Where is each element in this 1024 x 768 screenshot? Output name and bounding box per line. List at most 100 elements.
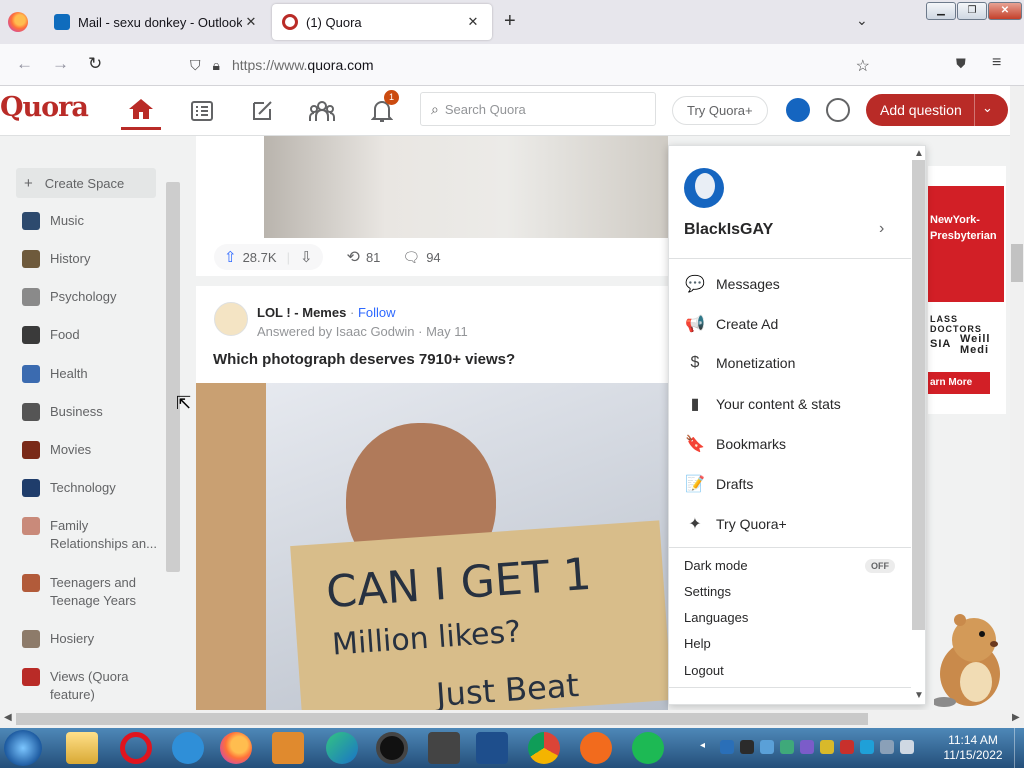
close-window-button[interactable]: ✕	[988, 2, 1022, 20]
tray-icon[interactable]	[860, 740, 874, 754]
taskbar-clock[interactable]: 11:14 AM 11/15/2022	[938, 733, 1008, 763]
menu-item-create-ad[interactable]: 📢 Create Ad	[684, 314, 778, 334]
create-space-button[interactable]: + Create Space	[16, 168, 156, 198]
tray-icon[interactable]	[820, 740, 834, 754]
media-player-icon[interactable]	[272, 732, 304, 764]
start-button[interactable]	[4, 730, 42, 766]
chevron-right-icon[interactable]: ›	[879, 220, 884, 238]
menu-item-drafts[interactable]: 📝 Drafts	[684, 474, 753, 494]
spotify-icon[interactable]	[632, 732, 664, 764]
reload-icon[interactable]: ↻	[88, 54, 102, 74]
post-image[interactable]	[264, 136, 668, 238]
back-icon[interactable]: ←	[16, 54, 33, 74]
close-tab-icon[interactable]: ✕	[242, 14, 260, 30]
sidebar-item-food[interactable]: Food	[22, 326, 162, 344]
scrollbar-thumb[interactable]	[1011, 244, 1023, 282]
try-quora-plus-button[interactable]: Try Quora+	[672, 96, 768, 125]
sidebar-item-family-relationships[interactable]: Family Relationships an...	[22, 517, 162, 553]
share-icon[interactable]: ⟲	[347, 247, 360, 267]
sidebar-item-views[interactable]: Views (Quora feature)	[22, 668, 162, 704]
menu-item-help[interactable]: Help	[684, 636, 711, 651]
tray-icon[interactable]	[840, 740, 854, 754]
opera-icon[interactable]	[120, 732, 152, 764]
sidebar-item-history[interactable]: History	[22, 250, 162, 268]
tab-outlook[interactable]: Mail - sexu donkey - Outlook ✕	[44, 4, 270, 40]
sidebar-item-hosiery[interactable]: Hosiery	[22, 630, 162, 648]
space-name[interactable]: LOL ! - Memes	[257, 305, 346, 320]
close-tab-icon[interactable]: ✕	[464, 14, 482, 30]
profile-avatar-large[interactable]	[684, 168, 724, 208]
internet-explorer-icon[interactable]	[172, 732, 204, 764]
space-avatar[interactable]	[214, 302, 248, 336]
ad-learn-more-button[interactable]: arn More	[928, 372, 990, 394]
post-byline[interactable]: Answered by Isaac Godwin · May 11	[257, 324, 468, 339]
following-nav[interactable]	[182, 96, 222, 126]
menu-item-try-quora-plus[interactable]: ✦ Try Quora+	[684, 514, 786, 534]
menu-item-settings[interactable]: Settings	[684, 584, 731, 599]
maximize-button[interactable]: ❐	[957, 2, 987, 20]
pocket-icon[interactable]: ⛊	[956, 56, 966, 72]
avast-icon[interactable]	[580, 732, 612, 764]
menu-item-logout[interactable]: Logout	[684, 663, 724, 678]
list-all-tabs-icon[interactable]: ⌄	[856, 12, 868, 29]
scroll-down-arrow-icon[interactable]: ▼	[914, 690, 924, 701]
record-icon[interactable]	[376, 732, 408, 764]
lock-icon[interactable]: 🔒︎	[213, 57, 220, 74]
add-question-button[interactable]: Add question ⌄	[866, 94, 1008, 126]
minimize-button[interactable]: ▁	[926, 2, 956, 20]
tab-quora[interactable]: (1) Quora ✕	[272, 4, 492, 40]
edge-icon[interactable]	[326, 732, 358, 764]
file-explorer-icon[interactable]	[66, 732, 98, 764]
dropdown-scrollbar[interactable]	[912, 160, 925, 630]
sidebar-item-movies[interactable]: Movies	[22, 441, 162, 459]
tray-icon[interactable]	[760, 740, 774, 754]
menu-item-monetization[interactable]: $ Monetization	[684, 354, 796, 372]
comment-icon[interactable]: 🗨︎	[402, 249, 420, 266]
tray-icon[interactable]	[880, 740, 894, 754]
page-horizontal-scrollbar[interactable]: ◀ ▶	[0, 710, 1024, 728]
sidebar-item-music[interactable]: Music	[22, 212, 162, 230]
profile-avatar[interactable]	[786, 98, 810, 122]
firefox-icon[interactable]	[8, 12, 28, 32]
forward-icon[interactable]: →	[52, 54, 69, 74]
new-tab-button[interactable]: +	[504, 10, 516, 33]
notifications-nav[interactable]: 1	[362, 90, 402, 126]
scroll-left-arrow-icon[interactable]: ◀	[4, 712, 12, 723]
sidebar-item-psychology[interactable]: Psychology	[22, 288, 162, 306]
tray-arrow-icon[interactable]: ◂	[700, 740, 714, 754]
sidebar-ad[interactable]: NewYork- Presbyterian LASS DOCTORS SIA W…	[928, 166, 1006, 414]
sidebar-item-teenagers[interactable]: Teenagers and Teenage Years	[22, 574, 162, 610]
answer-nav[interactable]	[242, 96, 282, 126]
scrollbar-thumb[interactable]	[16, 713, 868, 725]
quora-logo[interactable]: Quora	[0, 92, 89, 123]
menu-item-bookmarks[interactable]: 🔖 Bookmarks	[684, 434, 786, 454]
search-input[interactable]: ⌕ Search Quora	[420, 92, 656, 126]
tray-icon[interactable]	[720, 740, 734, 754]
profile-name[interactable]: BlackIsGAY	[684, 221, 773, 239]
post-photo[interactable]: CAN I GET 1 Million likes? Just Beat	[196, 383, 668, 710]
chrome-icon[interactable]	[528, 732, 560, 764]
chevron-down-icon[interactable]: ⌄	[982, 100, 993, 116]
globe-icon[interactable]	[826, 98, 850, 122]
sidebar-item-health[interactable]: Health	[22, 365, 162, 383]
sidebar-scrollbar[interactable]	[166, 182, 180, 572]
hamburger-menu-icon[interactable]: ≡	[992, 54, 1001, 72]
virtualbox-icon[interactable]	[476, 732, 508, 764]
downvote-arrow-icon[interactable]: ⇩	[300, 248, 313, 266]
tray-icon[interactable]	[800, 740, 814, 754]
sidebar-item-business[interactable]: Business	[22, 403, 162, 421]
upvote-button[interactable]: ⇧ 28.7K | ⇩	[214, 244, 323, 270]
hamster-mascot[interactable]	[934, 604, 1006, 708]
menu-item-dark-mode[interactable]: Dark mode	[684, 558, 748, 573]
bookmark-star-icon[interactable]: ☆	[856, 56, 870, 76]
sidebar-item-technology[interactable]: Technology	[22, 479, 162, 497]
url-bar[interactable]: ⛉ 🔒︎ https://www. quora.com ☆	[180, 50, 880, 80]
tray-icon[interactable]	[740, 740, 754, 754]
dark-mode-toggle[interactable]: OFF	[865, 559, 895, 573]
question-title[interactable]: Which photograph deserves 7910+ views?	[213, 351, 515, 368]
show-desktop-button[interactable]	[1014, 728, 1024, 768]
menu-item-messages[interactable]: 💬 Messages	[684, 274, 780, 294]
shield-icon[interactable]: ⛉	[190, 57, 201, 74]
menu-item-languages[interactable]: Languages	[684, 610, 748, 625]
volume-icon[interactable]	[900, 740, 914, 754]
